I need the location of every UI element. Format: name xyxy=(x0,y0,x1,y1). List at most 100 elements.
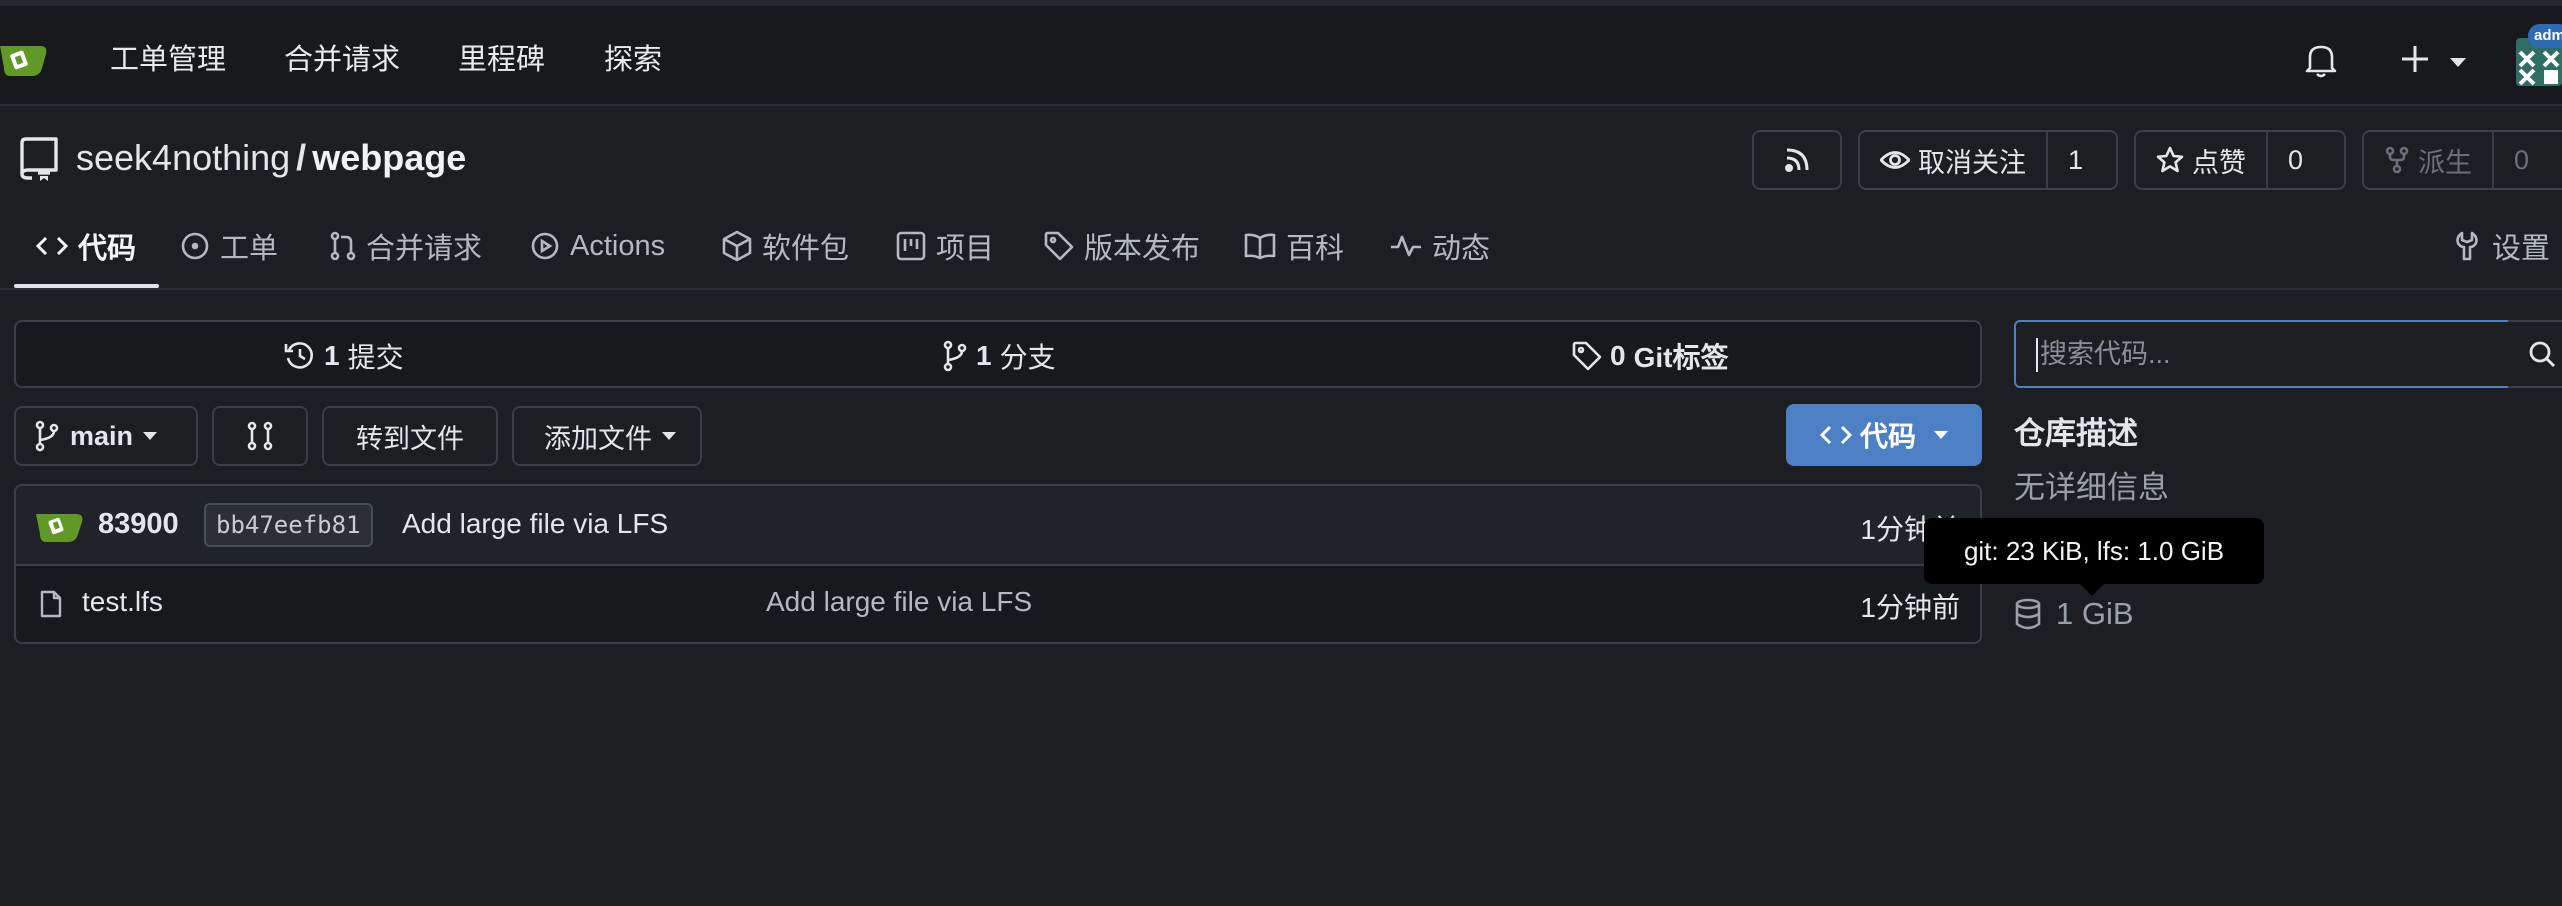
repo-owner-link[interactable]: seek4nothing xyxy=(76,137,290,178)
tab-code-label: 代码 xyxy=(78,233,137,265)
file-commit-message[interactable]: Add large file via LFS xyxy=(766,586,1032,618)
commit-sha-button[interactable]: bb47eefb81 xyxy=(204,503,373,547)
repo-path-separator: / xyxy=(296,137,307,178)
file-icon xyxy=(40,590,62,618)
book-icon xyxy=(1244,233,1276,260)
nav-explore[interactable]: 探索 xyxy=(604,40,662,80)
tab-actions-label: Actions xyxy=(570,229,666,262)
repo-name-link[interactable]: webpage xyxy=(312,137,466,178)
tab-issues-label: 工单 xyxy=(220,233,279,265)
search-icon xyxy=(2529,341,2555,367)
chevron-down-icon xyxy=(662,432,676,440)
create-new-plus-icon[interactable] xyxy=(2400,44,2430,74)
star-button[interactable]: 点赞 0 xyxy=(2134,130,2346,190)
top-navbar: 工单管理 合并请求 里程碑 探索 adm xyxy=(0,0,2562,106)
branch-name: main xyxy=(70,420,134,451)
gitea-logo-icon[interactable] xyxy=(0,38,48,82)
watchers-count[interactable]: 1 xyxy=(2046,132,2103,188)
pull-request-icon xyxy=(330,231,356,261)
tab-releases[interactable]: 版本发布 xyxy=(1044,220,1200,272)
star-label-part[interactable]: 点赞 xyxy=(2136,132,2266,188)
tags-stat[interactable]: 0 Git标签 xyxy=(1572,336,1728,376)
tab-releases-label: 版本发布 xyxy=(1084,233,1201,265)
repo-title: seek4nothing / webpage xyxy=(76,136,466,180)
branch-selector[interactable]: main xyxy=(14,406,198,466)
database-icon xyxy=(2015,598,2041,630)
repo-size-value: 1 GiB xyxy=(2056,596,2134,631)
tab-settings-label: 设置 xyxy=(2492,233,2551,265)
fork-label-part[interactable]: 派生 xyxy=(2364,132,2492,188)
file-row[interactable]: test.lfs Add large file via LFS 1分钟前 xyxy=(16,566,1980,642)
repository-icon xyxy=(18,136,60,182)
pulse-icon xyxy=(1391,235,1421,257)
project-board-icon xyxy=(896,231,926,261)
play-circle-icon xyxy=(531,232,559,260)
tab-pull-requests[interactable]: 合并请求 xyxy=(330,220,482,272)
file-table: 83900 bb47eefb81 Add large file via LFS … xyxy=(14,484,1982,644)
repo-tabs: 代码 工单 合并请求 Actions 软件包 项目 版本发布 百科 动态 设置 xyxy=(0,204,2562,290)
branches-count: 1 xyxy=(976,340,992,371)
fork-button[interactable]: 派生 0 xyxy=(2362,130,2562,190)
star-label: 点赞 xyxy=(2192,147,2246,178)
code-search-input[interactable] xyxy=(2014,320,2510,388)
file-name-link[interactable]: test.lfs xyxy=(82,586,163,618)
size-tooltip: git: 23 KiB, lfs: 1.0 GiB xyxy=(1924,518,2264,584)
unwatch-label: 取消关注 xyxy=(1918,147,2026,178)
commits-stat[interactable]: 1 提交 xyxy=(284,336,404,376)
search-button[interactable] xyxy=(2508,320,2562,388)
commit-message[interactable]: Add large file via LFS xyxy=(402,508,668,540)
tab-pull-requests-label: 合并请求 xyxy=(366,233,483,265)
commits-label: 提交 xyxy=(347,342,404,373)
pull-request-icon xyxy=(247,421,273,451)
commits-count: 1 xyxy=(324,340,340,371)
unwatch-label-part[interactable]: 取消关注 xyxy=(1860,132,2046,188)
tab-settings[interactable]: 设置 xyxy=(2454,220,2550,272)
active-tab-indicator xyxy=(14,284,159,288)
text-cursor xyxy=(2036,338,2038,372)
tags-label: Git标签 xyxy=(1633,342,1729,373)
tab-code[interactable]: 代码 xyxy=(36,220,136,272)
tag-icon xyxy=(1572,341,1602,371)
compare-button[interactable] xyxy=(212,406,308,466)
chevron-down-icon xyxy=(143,432,158,440)
chevron-down-icon[interactable] xyxy=(2450,58,2466,68)
forks-count[interactable]: 0 xyxy=(2492,132,2549,188)
branch-icon xyxy=(35,420,59,452)
tab-wiki[interactable]: 百科 xyxy=(1244,220,1344,272)
add-file-dropdown[interactable]: 添加文件 xyxy=(512,406,702,466)
nav-milestones[interactable]: 里程碑 xyxy=(458,40,545,80)
branches-stat[interactable]: 1 分支 xyxy=(942,336,1056,376)
nav-pull-requests[interactable]: 合并请求 xyxy=(284,40,400,80)
history-icon xyxy=(284,342,313,369)
go-to-file-button[interactable]: 转到文件 xyxy=(322,406,498,466)
tab-actions[interactable]: Actions xyxy=(530,220,665,272)
rss-icon xyxy=(1785,148,1809,172)
code-icon xyxy=(1819,425,1852,445)
nav-issues[interactable]: 工单管理 xyxy=(110,40,226,80)
description-text: 无详细信息 xyxy=(2014,470,2169,505)
tab-projects[interactable]: 项目 xyxy=(896,220,994,272)
stars-count[interactable]: 0 xyxy=(2266,132,2323,188)
chevron-down-icon xyxy=(1934,431,1948,439)
commit-author[interactable]: 83900 xyxy=(98,508,179,541)
add-file-label: 添加文件 xyxy=(544,423,652,454)
tab-packages[interactable]: 软件包 xyxy=(722,220,849,272)
tooltip-arrow xyxy=(2078,582,2106,596)
star-icon xyxy=(2156,146,2184,173)
issue-icon xyxy=(181,232,209,260)
code-clone-dropdown[interactable]: 代码 xyxy=(1786,404,1982,466)
tab-issues[interactable]: 工单 xyxy=(180,220,278,272)
tab-projects-label: 项目 xyxy=(936,233,995,265)
admin-badge: adm xyxy=(2528,24,2562,48)
branches-label: 分支 xyxy=(999,342,1056,373)
repo-size[interactable]: 1 GiB xyxy=(2014,596,2134,632)
tab-activity[interactable]: 动态 xyxy=(1390,220,1490,272)
code-icon xyxy=(36,236,68,256)
repo-stats-bar: 1 提交 1 分支 0 Git标签 xyxy=(14,320,1982,388)
unwatch-button[interactable]: 取消关注 1 xyxy=(1858,130,2118,190)
package-icon xyxy=(722,230,752,262)
committer-avatar[interactable] xyxy=(36,508,84,544)
code-clone-label: 代码 xyxy=(1859,421,1916,452)
notification-bell-icon[interactable] xyxy=(2304,42,2338,78)
rss-feed-button[interactable] xyxy=(1752,130,1842,190)
